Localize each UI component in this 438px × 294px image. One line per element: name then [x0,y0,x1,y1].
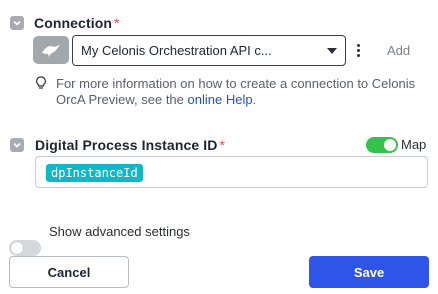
more-options-icon[interactable] [357,44,360,57]
connection-select[interactable]: My Celonis Orchestration API c... [72,35,346,66]
add-connection-button[interactable]: Add [387,43,410,58]
connection-collapse-icon[interactable] [10,16,24,30]
advanced-settings-label: Show advanced settings [49,224,190,239]
map-label: Map [401,137,427,152]
cancel-button[interactable]: Cancel [9,256,129,288]
connection-help-text: For more information on how to create a … [56,76,416,107]
save-button[interactable]: Save [309,256,429,288]
advanced-settings-toggle[interactable] [9,240,41,256]
map-toggle[interactable] [366,137,398,153]
required-mark: * [114,15,120,31]
required-mark: * [219,137,225,153]
orca-logo-icon [33,36,69,64]
lightbulb-icon [35,76,47,95]
instance-id-collapse-icon[interactable] [10,138,24,152]
toggle-knob [384,139,396,151]
connection-label: Connection * [34,15,120,31]
chevron-down-icon [327,47,337,54]
online-help-link[interactable]: online Help [188,92,253,107]
connection-select-value: My Celonis Orchestration API c... [81,43,272,58]
instance-id-label: Digital Process Instance ID * [35,137,225,153]
instance-id-field[interactable]: dpInstanceId [35,156,428,188]
toggle-knob [11,242,23,254]
mapped-token[interactable]: dpInstanceId [46,164,143,182]
